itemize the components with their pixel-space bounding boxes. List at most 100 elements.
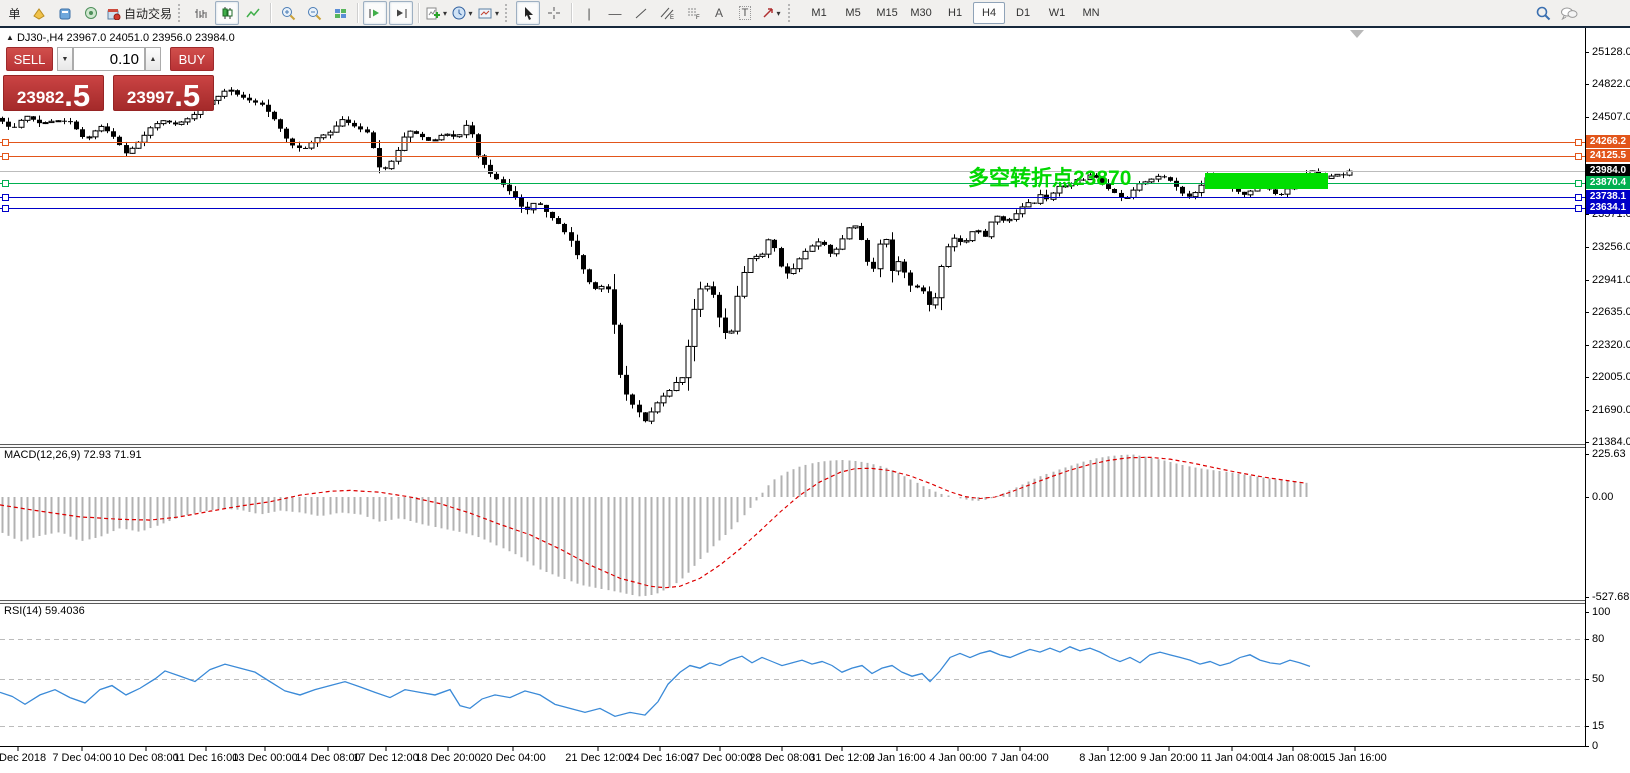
level-line-23738.1[interactable] bbox=[0, 197, 1585, 198]
time-tick bbox=[18, 746, 19, 751]
level-line-23870.4[interactable] bbox=[0, 183, 1585, 184]
timeframe-button-MN[interactable]: MN bbox=[1075, 2, 1107, 24]
time-tick bbox=[328, 746, 329, 751]
channel-tool[interactable]: E bbox=[655, 1, 679, 25]
level-line-handle[interactable] bbox=[1575, 205, 1582, 212]
timeframe-button-M1[interactable]: M1 bbox=[803, 2, 835, 24]
timeframe-button-W1[interactable]: W1 bbox=[1041, 2, 1073, 24]
price-tick bbox=[1585, 410, 1589, 411]
search-icon[interactable] bbox=[1531, 1, 1555, 25]
line-chart-mode-button[interactable] bbox=[241, 1, 265, 25]
level-line-handle[interactable] bbox=[2, 180, 9, 187]
timeframe-button-H4[interactable]: H4 bbox=[973, 2, 1005, 24]
level-line-handle[interactable] bbox=[2, 153, 9, 160]
periods-button[interactable]: ▾ bbox=[450, 1, 474, 25]
price-tick bbox=[1585, 442, 1589, 443]
level-line-handle[interactable] bbox=[1575, 180, 1582, 187]
zoom-in-icon[interactable] bbox=[276, 1, 300, 25]
rsi-axis-label: 80 bbox=[1592, 633, 1604, 645]
price-axis-label: 24822.0 bbox=[1592, 78, 1630, 90]
templates-button[interactable]: ▾ bbox=[476, 1, 500, 25]
timeframe-button-M30[interactable]: M30 bbox=[905, 2, 937, 24]
text-label-tool[interactable]: T bbox=[733, 1, 757, 25]
toolbar-grip-3[interactable] bbox=[788, 4, 795, 22]
arrows-dropdown-arrow[interactable]: ▾ bbox=[777, 9, 781, 18]
sell-price-button[interactable]: 23982 .5 bbox=[3, 75, 104, 111]
time-axis-label: 24 Dec 16:00 bbox=[627, 752, 692, 764]
auto-scroll-button[interactable] bbox=[363, 1, 387, 25]
volume-decrease-stepper[interactable]: ▼ bbox=[57, 47, 73, 71]
candlestick-mode-button[interactable] bbox=[215, 1, 239, 25]
fibonacci-tool[interactable]: F bbox=[681, 1, 705, 25]
horizontal-line-tool[interactable]: — bbox=[603, 1, 627, 25]
price-tick bbox=[1585, 52, 1589, 53]
tile-windows-icon[interactable] bbox=[328, 1, 352, 25]
timeframe-button-M5[interactable]: M5 bbox=[837, 2, 869, 24]
new-order-button[interactable]: 单 bbox=[1, 1, 25, 25]
volume-input[interactable] bbox=[73, 47, 145, 71]
cursor-tool-button[interactable] bbox=[516, 1, 540, 25]
level-line-handle[interactable] bbox=[1575, 194, 1582, 201]
signals-radar-icon[interactable] bbox=[79, 1, 103, 25]
data-window-icon[interactable] bbox=[53, 1, 77, 25]
volume-increase-stepper[interactable]: ▲ bbox=[145, 47, 161, 71]
toolbar-grip[interactable] bbox=[178, 4, 185, 22]
time-tick bbox=[598, 746, 599, 751]
crosshair-tool-button[interactable] bbox=[542, 1, 566, 25]
time-axis-label: 20 Dec 04:00 bbox=[480, 752, 545, 764]
level-line-23984.0[interactable] bbox=[0, 171, 1585, 172]
periods-dropdown-arrow[interactable]: ▾ bbox=[469, 9, 473, 18]
chat-icon[interactable] bbox=[1557, 1, 1581, 25]
text-tool[interactable]: A bbox=[707, 1, 731, 25]
buy-button[interactable]: BUY bbox=[170, 47, 214, 71]
macd-indicator-canvas[interactable] bbox=[0, 448, 1585, 600]
buy-price-button[interactable]: 23997 .5 bbox=[113, 75, 214, 111]
trendline-tool[interactable] bbox=[629, 1, 653, 25]
indicators-dropdown-arrow[interactable]: ▾ bbox=[443, 9, 447, 18]
vertical-line-tool[interactable]: | bbox=[577, 1, 601, 25]
supply-zone-rectangle[interactable] bbox=[1205, 173, 1328, 189]
time-tick bbox=[146, 746, 147, 751]
price-tick bbox=[1585, 280, 1589, 281]
indicators-button[interactable]: ▾ bbox=[424, 1, 448, 25]
pivot-annotation-text[interactable]: 多空转折点23870 bbox=[968, 162, 1131, 192]
price-axis-label: 21384.0 bbox=[1592, 436, 1630, 448]
mt4-trading-window: 单 自动交易 bbox=[0, 0, 1630, 773]
svg-text:E: E bbox=[670, 15, 674, 20]
timeframe-button-D1[interactable]: D1 bbox=[1007, 2, 1039, 24]
price-tag-24125.5: 24125.5 bbox=[1586, 149, 1630, 162]
price-tag-23634.1: 23634.1 bbox=[1586, 201, 1630, 214]
arrows-tool[interactable]: ▾ bbox=[759, 1, 783, 25]
rsi-axis-label: 50 bbox=[1592, 673, 1604, 685]
time-axis-label: 8 Jan 12:00 bbox=[1079, 752, 1137, 764]
chart-ohlc-header: ▲ DJ30-,H4 23967.0 24051.0 23956.0 23984… bbox=[6, 32, 235, 44]
time-tick bbox=[206, 746, 207, 751]
level-line-handle[interactable] bbox=[2, 194, 9, 201]
level-line-handle[interactable] bbox=[1575, 153, 1582, 160]
level-line-24125.5[interactable] bbox=[0, 156, 1585, 157]
timeframe-button-H1[interactable]: H1 bbox=[939, 2, 971, 24]
timeframe-button-M15[interactable]: M15 bbox=[871, 2, 903, 24]
templates-dropdown-arrow[interactable]: ▾ bbox=[495, 9, 499, 18]
rsi-indicator-canvas[interactable] bbox=[0, 604, 1585, 746]
toolbar-grip-2[interactable] bbox=[505, 4, 512, 22]
level-line-23634.1[interactable] bbox=[0, 208, 1585, 209]
level-line-handle[interactable] bbox=[1575, 139, 1582, 146]
level-line-handle[interactable] bbox=[2, 139, 9, 146]
ask-price-fraction: .5 bbox=[174, 84, 200, 109]
level-line-handle[interactable] bbox=[2, 205, 9, 212]
sell-button[interactable]: SELL bbox=[6, 47, 53, 71]
bar-chart-mode-button[interactable] bbox=[189, 1, 213, 25]
price-tick bbox=[1585, 345, 1589, 346]
candlestick-chart-canvas[interactable] bbox=[0, 28, 1585, 444]
time-axis-label: 13 Dec 00:00 bbox=[232, 752, 297, 764]
chart-scroll-marker-icon bbox=[1350, 30, 1364, 38]
price-tag-23870.4: 23870.4 bbox=[1586, 176, 1630, 189]
auto-trading-button[interactable]: 自动交易 bbox=[105, 1, 173, 25]
market-watch-icon[interactable] bbox=[27, 1, 51, 25]
macd-axis-label: 0.00 bbox=[1592, 491, 1613, 503]
chart-shift-button[interactable] bbox=[389, 1, 413, 25]
level-line-24266.2[interactable] bbox=[0, 142, 1585, 143]
zoom-out-icon[interactable] bbox=[302, 1, 326, 25]
time-tick bbox=[1293, 746, 1294, 751]
